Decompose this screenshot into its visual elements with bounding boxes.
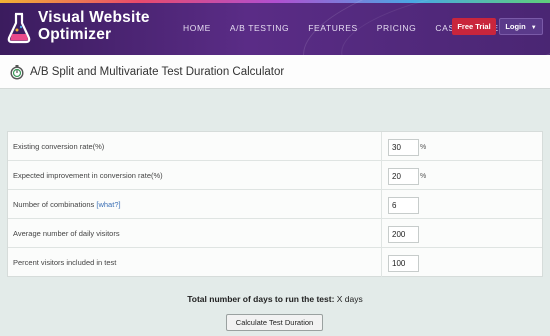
- unit-label: %: [420, 173, 427, 180]
- login-label: Login: [505, 22, 526, 31]
- conversion-rate-input[interactable]: [388, 139, 419, 156]
- field-label: Average number of daily visitors: [13, 229, 120, 238]
- form-row: Percent visitors included in test: [8, 248, 542, 277]
- improvement-input[interactable]: [388, 168, 419, 185]
- field-label: Expected improvement in conversion rate(…: [13, 171, 163, 180]
- daily-visitors-input[interactable]: [388, 226, 419, 243]
- logo-wordmark[interactable]: Visual Website Optimizer: [38, 9, 150, 43]
- login-button[interactable]: Login ▼: [499, 18, 543, 35]
- page-title-bar: A/B Split and Multivariate Test Duration…: [0, 55, 550, 89]
- unit-label: %: [420, 144, 427, 151]
- field-label: Number of combinations [what?]: [13, 200, 121, 209]
- site-header: Visual Website Optimizer HOME A/B TESTIN…: [0, 0, 550, 55]
- form-row: Existing conversion rate(%) %: [8, 132, 542, 161]
- calculator-form: Existing conversion rate(%) % Expected i…: [7, 131, 543, 277]
- combinations-label: Number of combinations: [13, 200, 95, 209]
- page-title: A/B Split and Multivariate Test Duration…: [30, 66, 285, 78]
- form-row: Average number of daily visitors: [8, 219, 542, 248]
- percent-visitors-input[interactable]: [388, 255, 419, 272]
- combinations-input[interactable]: [388, 197, 419, 214]
- logo-line1: Visual Website: [38, 9, 150, 26]
- stopwatch-icon: [10, 65, 24, 80]
- form-row: Expected improvement in conversion rate(…: [8, 161, 542, 190]
- what-help-link[interactable]: [what?]: [96, 200, 120, 209]
- result-label: Total number of days to run the test:: [187, 294, 335, 304]
- field-label: Percent visitors included in test: [13, 258, 117, 267]
- caret-down-icon: ▼: [530, 25, 537, 31]
- logo-line2: Optimizer: [38, 26, 112, 43]
- field-label: Existing conversion rate(%): [13, 142, 105, 151]
- calculate-button[interactable]: Calculate Test Duration: [226, 314, 323, 331]
- nav-home[interactable]: HOME: [183, 23, 211, 33]
- result-text: Total number of days to run the test: X …: [0, 294, 550, 304]
- nav-features[interactable]: FEATURES: [308, 23, 358, 33]
- nav-ab-testing[interactable]: A/B TESTING: [230, 23, 289, 33]
- free-trial-button[interactable]: Free Trial: [452, 18, 496, 35]
- flask-logo-icon[interactable]: [6, 12, 32, 44]
- result-value: X days: [336, 294, 363, 304]
- nav-pricing[interactable]: PRICING: [377, 23, 417, 33]
- form-row: Number of combinations [what?]: [8, 190, 542, 219]
